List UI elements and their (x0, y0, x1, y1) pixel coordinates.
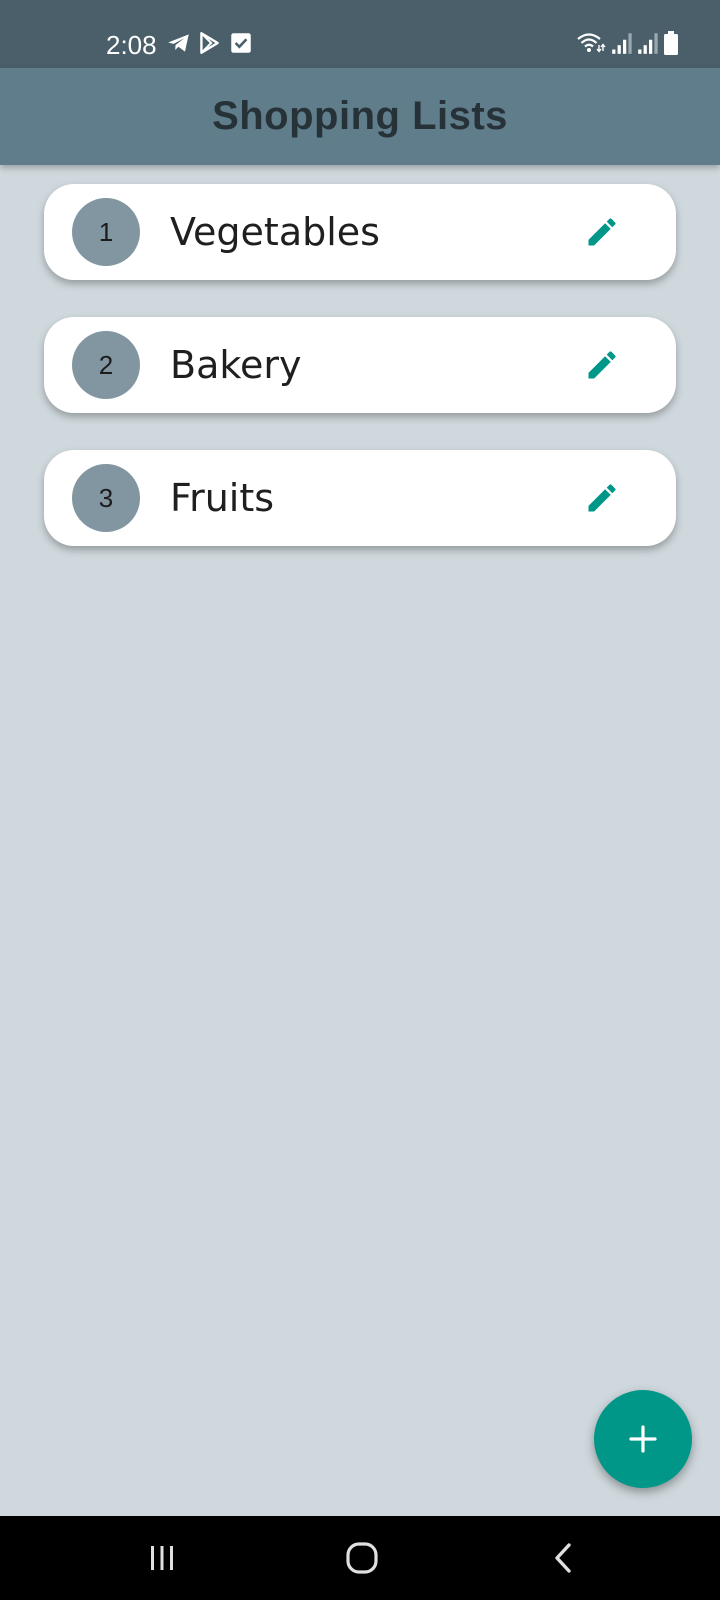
status-bar: 2:08 (0, 0, 720, 68)
list-name: Vegetables (170, 210, 380, 254)
recent-apps-icon[interactable] (142, 1538, 182, 1578)
edit-icon[interactable] (584, 347, 620, 383)
list-number-badge: 3 (72, 464, 140, 532)
signal-icon (610, 30, 636, 56)
status-time: 2:08 (106, 30, 157, 60)
edit-icon[interactable] (584, 214, 620, 250)
edit-icon[interactable] (584, 480, 620, 516)
list-number-badge: 1 (72, 198, 140, 266)
add-list-button[interactable] (594, 1390, 692, 1488)
back-icon[interactable] (544, 1538, 584, 1578)
home-icon[interactable] (342, 1538, 382, 1578)
list-name: Fruits (170, 476, 275, 520)
list-item[interactable]: 2 Bakery (44, 317, 676, 413)
check-box-icon (228, 30, 254, 56)
system-nav-bar (0, 1516, 720, 1600)
list-item[interactable]: 3 Fruits (44, 450, 676, 546)
app-bar: Shopping Lists (0, 68, 720, 165)
list-item[interactable]: 1 Vegetables (44, 184, 676, 280)
list-name: Bakery (170, 343, 302, 387)
wifi-icon (576, 30, 606, 56)
page-title: Shopping Lists (212, 94, 508, 138)
telegram-icon (166, 30, 192, 56)
battery-icon (662, 30, 680, 56)
list-number-badge: 2 (72, 331, 140, 399)
play-store-icon (196, 30, 222, 56)
signal-icon (636, 30, 662, 56)
plus-icon (629, 1425, 657, 1453)
